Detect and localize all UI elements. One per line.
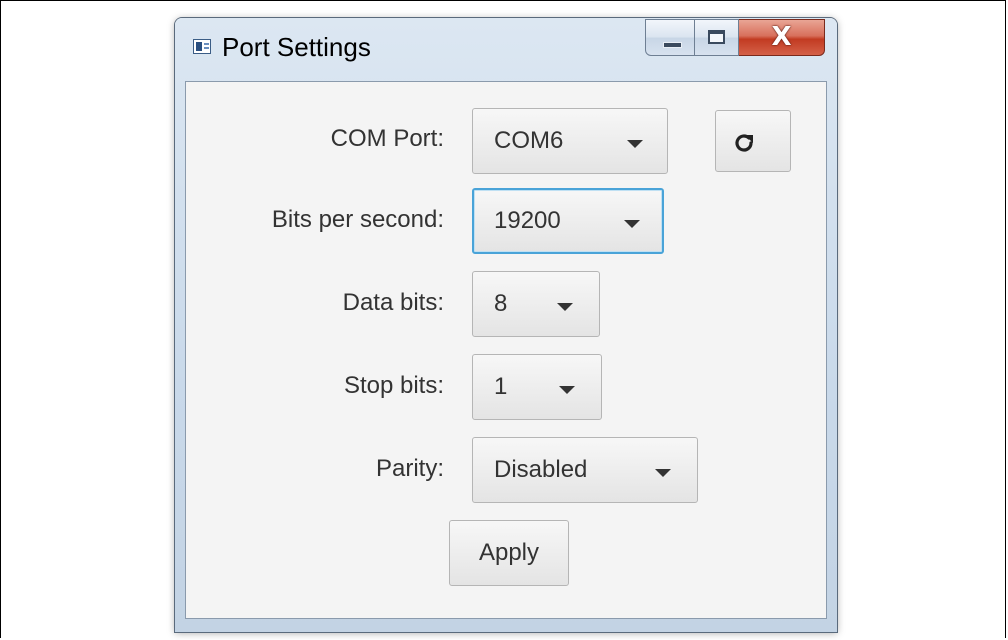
refresh-icon bbox=[735, 134, 753, 152]
com-port-value: COM6 bbox=[494, 127, 564, 154]
chevron-down-icon bbox=[557, 303, 573, 311]
bits-per-second-dropdown[interactable]: 19200 bbox=[472, 188, 664, 254]
parity-value: Disabled bbox=[494, 456, 588, 483]
stop-bits-value: 1 bbox=[494, 373, 508, 400]
maximize-button[interactable] bbox=[695, 19, 739, 56]
com-port-label: COM Port: bbox=[330, 125, 444, 152]
close-button[interactable]: X bbox=[739, 19, 825, 56]
chevron-down-icon bbox=[627, 140, 643, 148]
bits-per-second-value: 19200 bbox=[494, 207, 561, 234]
data-bits-label: Data bits: bbox=[342, 289, 444, 316]
minimize-button[interactable] bbox=[645, 19, 695, 56]
window-title: Port Settings bbox=[222, 32, 371, 62]
chevron-down-icon bbox=[624, 220, 640, 228]
parity-label: Parity: bbox=[375, 455, 444, 482]
settings-panel: COM Port: COM6 Bits per second: 19200 Da… bbox=[185, 81, 827, 619]
stop-bits-label: Stop bits: bbox=[343, 372, 444, 399]
chevron-down-icon bbox=[559, 386, 575, 394]
data-bits-dropdown[interactable]: 8 bbox=[472, 271, 600, 337]
port-settings-window: Port Settings X COM Port: COM6 Bits per bbox=[175, 18, 837, 632]
app-window-icon bbox=[193, 39, 211, 54]
maximize-icon bbox=[708, 30, 725, 44]
title-bar[interactable]: Port Settings X bbox=[175, 18, 837, 80]
com-port-dropdown[interactable]: COM6 bbox=[472, 108, 668, 174]
stop-bits-dropdown[interactable]: 1 bbox=[472, 354, 602, 420]
chevron-down-icon bbox=[655, 469, 671, 477]
caption-buttons: X bbox=[645, 19, 825, 57]
data-bits-value: 8 bbox=[494, 290, 508, 317]
parity-dropdown[interactable]: Disabled bbox=[472, 437, 698, 503]
bits-per-second-label: Bits per second: bbox=[271, 206, 444, 233]
minimize-icon bbox=[663, 42, 682, 48]
close-icon: X bbox=[771, 22, 792, 52]
refresh-ports-button[interactable] bbox=[715, 110, 791, 172]
apply-button[interactable]: Apply bbox=[449, 520, 569, 586]
